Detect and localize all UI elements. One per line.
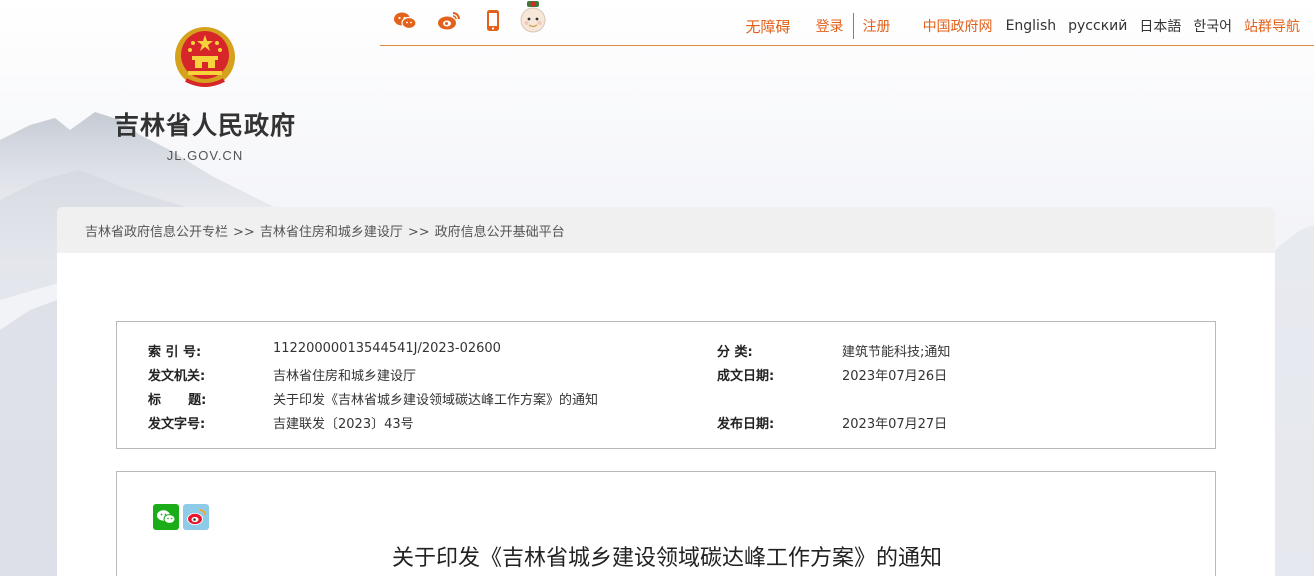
title-label: 标 题: xyxy=(148,393,207,408)
title-value: 关于印发《吉林省城乡建设领域碳达峰工作方案》的通知 xyxy=(273,393,599,408)
top-bar: 无障碍 登录 注册 中国政府网 English русский 日本語 한국어 … xyxy=(380,0,1314,46)
wechat-share-icon[interactable] xyxy=(153,504,179,530)
register-link[interactable]: 注册 xyxy=(863,16,891,36)
site-name: 吉林省人民政府 xyxy=(113,111,296,140)
breadcrumb-separator: >> xyxy=(407,225,430,240)
publish-date-value: 2023年07月27日 xyxy=(842,417,948,432)
mobile-icon[interactable] xyxy=(480,8,506,34)
category-label: 分 类: xyxy=(717,345,753,360)
document-info-box: 索 引 号: 11220000013544541J/2023-02600 分 类… xyxy=(116,321,1216,449)
english-link[interactable]: English xyxy=(1006,18,1057,34)
share-icons xyxy=(392,8,506,34)
date-written-label: 成文日期: xyxy=(717,369,775,384)
date-written-value: 2023年07月26日 xyxy=(842,369,948,384)
publish-date-label: 发布日期: xyxy=(717,417,775,432)
wechat-icon[interactable] xyxy=(392,8,418,34)
article-title: 关于印发《吉林省城乡建设领域碳达峰工作方案》的通知 xyxy=(391,546,942,571)
breadcrumb-separator: >> xyxy=(233,225,255,240)
issuer-label: 发文机关: xyxy=(148,369,206,384)
breadcrumb: 吉林省政府信息公开专栏 >> 吉林省住房和城乡建设厅 >> 政府信息公开基础平台 xyxy=(57,207,1275,253)
site-logo[interactable]: 吉林省人民政府 JL.GOV.CN xyxy=(110,24,300,163)
gov-net-link[interactable]: 中国政府网 xyxy=(923,16,993,36)
info-row: 索 引 号: 11220000013544541J/2023-02600 分 类… xyxy=(148,341,1215,365)
accessibility-link[interactable]: 无障碍 xyxy=(746,16,791,37)
breadcrumb-item[interactable]: 吉林省住房和城乡建设厅 xyxy=(260,225,403,240)
divider xyxy=(852,13,854,39)
category-value: 建筑节能科技;通知 xyxy=(842,345,951,360)
korean-link[interactable]: 한국어 xyxy=(1193,16,1232,36)
sitemap-link[interactable]: 站群导航 xyxy=(1244,16,1300,36)
russian-link[interactable]: русский xyxy=(1068,18,1127,34)
top-links: 无障碍 登录 注册 中国政府网 English русский 日本語 한국어 … xyxy=(746,13,1300,39)
doc-number-value: 吉建联发〔2023〕43号 xyxy=(273,417,414,432)
info-row: 发文字号: 吉建联发〔2023〕43号 发布日期: 2023年07月27日 xyxy=(148,413,1215,437)
doc-number-label: 发文字号: xyxy=(148,417,206,432)
weibo-share-icon[interactable] xyxy=(183,504,209,530)
weibo-icon[interactable] xyxy=(436,8,462,34)
japanese-link[interactable]: 日本語 xyxy=(1139,16,1181,36)
login-link[interactable]: 登录 xyxy=(816,16,844,36)
content-panel: 吉林省政府信息公开专栏 >> 吉林省住房和城乡建设厅 >> 政府信息公开基础平台 索 引… xyxy=(57,207,1275,576)
breadcrumb-item[interactable]: 政府信息公开基础平台 xyxy=(435,225,565,240)
mascot-icon[interactable] xyxy=(518,0,548,40)
article-box: 关于印发《吉林省城乡建设领域碳达峰工作方案》的通知 xyxy=(116,471,1216,576)
breadcrumb-item[interactable]: 吉林省政府信息公开专栏 xyxy=(85,225,228,240)
site-domain: JL.GOV.CN xyxy=(166,148,244,163)
article-share xyxy=(153,504,209,530)
national-emblem-icon xyxy=(172,24,238,92)
index-label: 索 引 号: xyxy=(148,345,202,360)
issuer-value: 吉林省住房和城乡建设厅 xyxy=(273,369,417,384)
info-row: 发文机关: 吉林省住房和城乡建设厅 成文日期: 2023年07月26日 xyxy=(148,365,1215,389)
index-value: 11220000013544541J/2023-02600 xyxy=(273,341,501,356)
info-row: 标 题: 关于印发《吉林省城乡建设领域碳达峰工作方案》的通知 xyxy=(148,389,1215,413)
